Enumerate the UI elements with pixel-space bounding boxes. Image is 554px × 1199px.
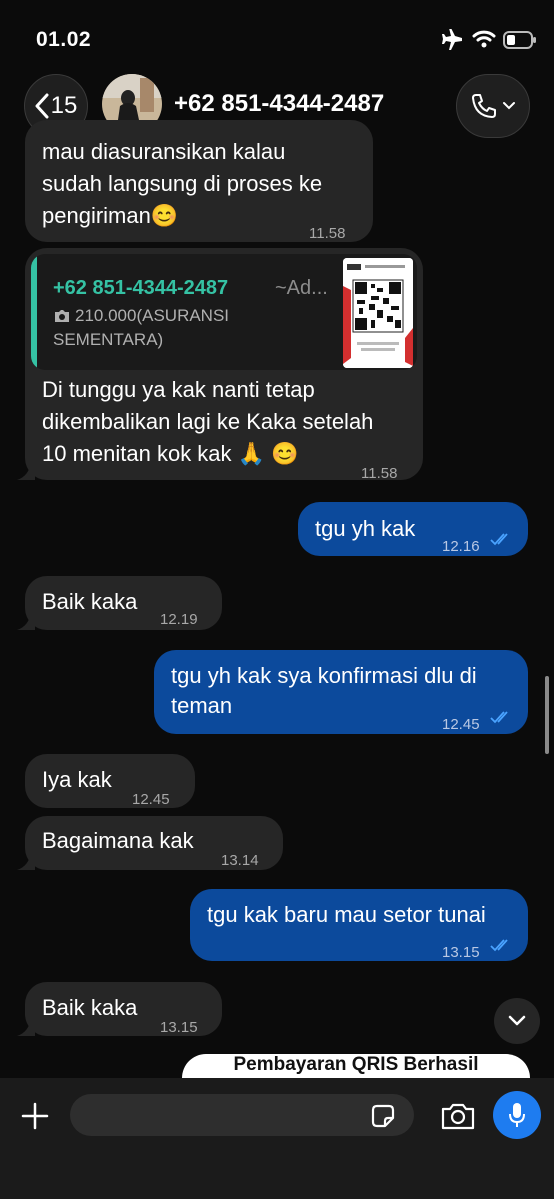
message-text-line: dikembalikan lagi ke Kaka setelah bbox=[42, 409, 374, 434]
message-incoming[interactable]: +62 851-4344-2487 ~Ad... 210.000(ASURANS… bbox=[25, 248, 423, 482]
quote-author: +62 851-4344-2487 bbox=[53, 277, 229, 299]
message-text: tgu kak baru mau setor tunai bbox=[207, 902, 486, 927]
message-time: 13.15 bbox=[160, 1019, 198, 1036]
message-text-line: 10 menitan kok kak 🙏 😊 bbox=[42, 441, 299, 466]
quote-text: 210.000(ASURANSI SEMENTARA) bbox=[53, 306, 230, 349]
message-text-line: mau diasuransikan kalau bbox=[42, 139, 286, 164]
microphone-icon bbox=[509, 1103, 525, 1127]
message-time: 13.14 bbox=[221, 852, 259, 869]
airplane-icon bbox=[442, 29, 462, 50]
message-text-line: sudah langsung di proses ke bbox=[42, 171, 323, 196]
chevron-down-icon bbox=[503, 102, 515, 110]
chevron-down-icon bbox=[508, 1015, 526, 1026]
message-text-line: teman bbox=[171, 693, 233, 718]
message-incoming[interactable]: Baik kaka 13.15 bbox=[25, 982, 222, 1036]
message-text: tgu yh kak bbox=[315, 516, 416, 541]
message-text-line: tgu yh kak sya konfirmasi dlu di bbox=[171, 663, 477, 688]
message-input[interactable] bbox=[70, 1094, 414, 1136]
read-ticks-icon bbox=[490, 533, 508, 546]
message-time: 12.45 bbox=[442, 716, 480, 733]
message-text-line: pengiriman😊 bbox=[42, 203, 179, 228]
unread-count: 15 bbox=[50, 92, 78, 119]
contact-name[interactable]: +62 851-4344-2487 bbox=[174, 90, 384, 118]
qr-code-thumbnail bbox=[343, 258, 413, 368]
status-time: 01.02 bbox=[36, 28, 92, 51]
quoted-message[interactable]: +62 851-4344-2487 ~Ad... 210.000(ASURANS… bbox=[31, 254, 417, 370]
message-time: 11.58 bbox=[361, 465, 398, 482]
call-button[interactable] bbox=[456, 74, 530, 138]
read-ticks-icon bbox=[490, 711, 508, 724]
message-text: Bagaimana kak bbox=[42, 828, 194, 853]
quote-author-suffix: ~Ad... bbox=[275, 277, 328, 299]
scroll-indicator[interactable] bbox=[545, 676, 549, 754]
message-incoming[interactable]: Baik kaka 12.19 bbox=[25, 576, 222, 630]
chevron-left-icon bbox=[35, 93, 49, 119]
phone-icon bbox=[472, 94, 496, 118]
bubble-tail bbox=[17, 462, 35, 480]
bubble-tail bbox=[17, 1018, 35, 1036]
plus-icon[interactable] bbox=[21, 1102, 49, 1130]
wifi-icon bbox=[472, 30, 496, 48]
scroll-to-bottom-button[interactable] bbox=[494, 998, 540, 1044]
microphone-button[interactable] bbox=[493, 1091, 541, 1139]
quote-thumbnail bbox=[343, 258, 413, 368]
message-outgoing[interactable]: tgu kak baru mau setor tunai 13.15 bbox=[190, 889, 528, 961]
message-text: Baik kaka bbox=[42, 589, 138, 614]
message-text-line: Di tunggu ya kak nanti tetap bbox=[42, 377, 315, 402]
message-time: 12.16 bbox=[442, 538, 480, 555]
bubble-tail bbox=[17, 852, 35, 870]
message-outgoing[interactable]: tgu yh kak sya konfirmasi dlu di teman 1… bbox=[154, 650, 528, 734]
sticker-icon[interactable] bbox=[369, 1102, 397, 1130]
message-time: 11.58 bbox=[309, 225, 346, 242]
bubble-tail bbox=[17, 612, 35, 630]
message-incoming[interactable]: Bagaimana kak 13.14 bbox=[25, 816, 283, 870]
message-outgoing[interactable]: tgu yh kak 12.16 bbox=[298, 502, 528, 556]
message-time: 13.15 bbox=[442, 944, 480, 961]
message-time: 12.45 bbox=[132, 791, 170, 808]
read-ticks-icon bbox=[490, 939, 508, 952]
quote-bar bbox=[31, 254, 37, 370]
message-text: Baik kaka bbox=[42, 995, 138, 1020]
message-time: 12.19 bbox=[160, 611, 198, 628]
camera-icon[interactable] bbox=[440, 1101, 476, 1131]
message-incoming[interactable]: Iya kak 12.45 bbox=[25, 754, 195, 808]
message-text: Iya kak bbox=[42, 767, 112, 792]
message-incoming[interactable]: mau diasuransikan kalau sudah langsung d… bbox=[25, 120, 373, 242]
battery-icon bbox=[503, 31, 536, 49]
card-title: Pembayaran QRIS Berhasil bbox=[233, 1054, 479, 1075]
